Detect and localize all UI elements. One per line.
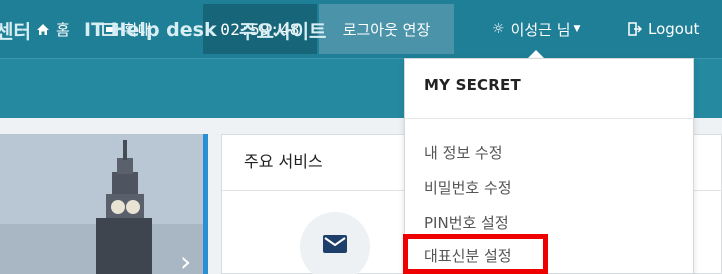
gear-icon: ☼ bbox=[492, 21, 505, 37]
logout-label: Logout bbox=[648, 20, 700, 38]
banner-image bbox=[0, 134, 208, 274]
extend-logout-button[interactable]: 로그아웃 연장 bbox=[319, 4, 454, 54]
caret-down-icon: ▼ bbox=[573, 24, 581, 34]
highlight-box bbox=[403, 234, 548, 274]
mail-service-tile[interactable] bbox=[300, 212, 370, 274]
nav-item-it-help-desk[interactable]: IT Help desk bbox=[84, 0, 217, 60]
nav-item-main-sites[interactable]: 주요사이트 bbox=[239, 0, 326, 60]
menu-item-edit-profile[interactable]: 내 정보 수정 bbox=[424, 142, 503, 163]
user-name-label: 이성근 님 bbox=[510, 20, 571, 39]
home-label: 홈 bbox=[56, 20, 70, 39]
home-link[interactable]: 홈 bbox=[36, 0, 70, 58]
banner-next-arrow[interactable]: › bbox=[180, 248, 191, 274]
dropdown-header: MY SECRET bbox=[424, 76, 521, 94]
menu-item-pin-setup[interactable]: PIN번호 설정 bbox=[424, 212, 509, 233]
home-icon bbox=[36, 23, 50, 36]
dropdown-divider bbox=[405, 118, 693, 119]
mail-icon bbox=[323, 235, 347, 253]
nav-item-center[interactable]: 센터 bbox=[0, 0, 31, 60]
menu-item-change-password[interactable]: 비밀번호 수정 bbox=[424, 177, 512, 198]
clock-tower-image bbox=[0, 134, 203, 274]
logout-link[interactable]: Logout bbox=[628, 0, 699, 58]
logout-icon bbox=[628, 22, 642, 36]
dropdown-pointer bbox=[528, 50, 544, 58]
services-heading: 주요 서비스 bbox=[244, 152, 323, 171]
